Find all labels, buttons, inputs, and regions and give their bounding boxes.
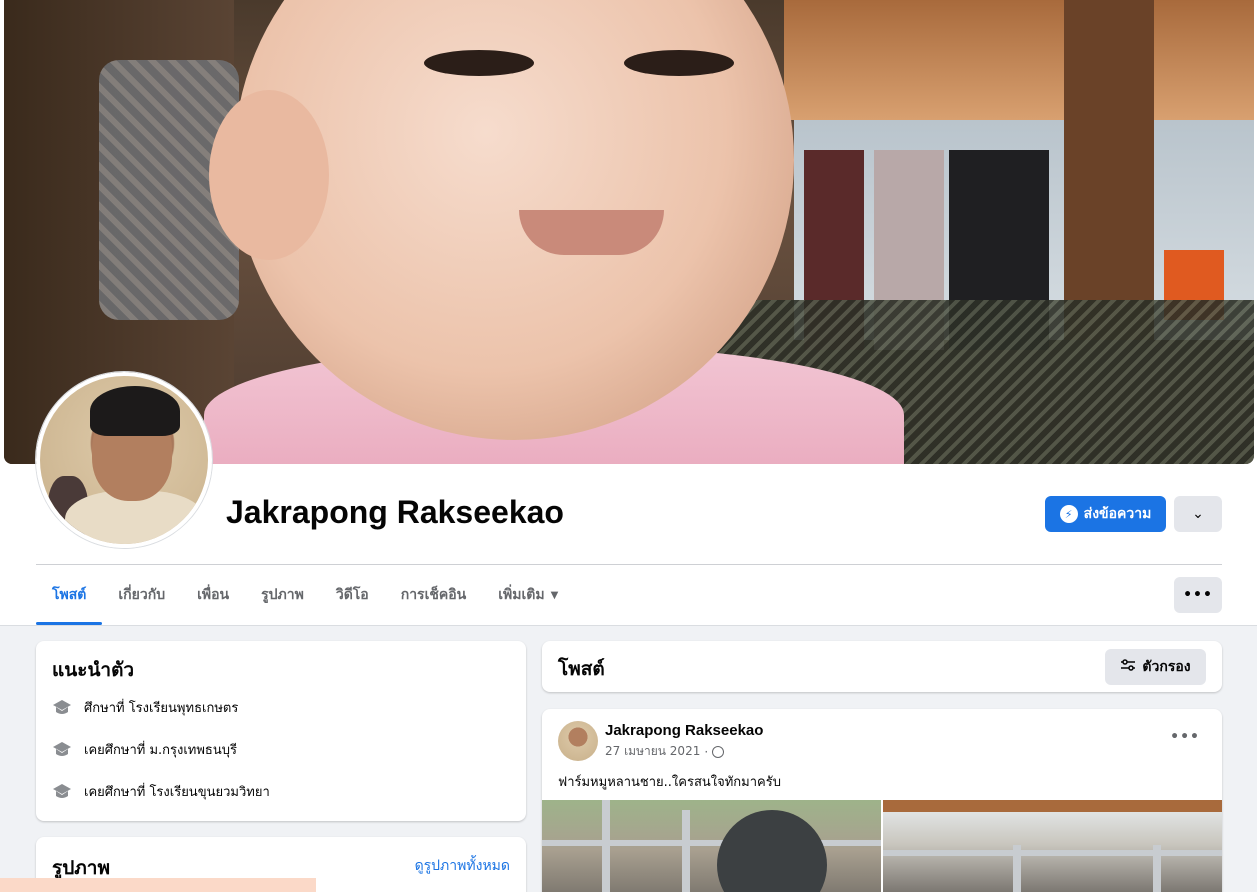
send-message-button[interactable]: ⚡ ส่งข้อความ <box>1045 496 1166 532</box>
tab-friends[interactable]: เพื่อน <box>181 566 245 624</box>
profile-options-dropdown[interactable]: ⌄ <box>1174 496 1222 532</box>
globe-icon <box>712 745 725 758</box>
tab-photos[interactable]: รูปภาพ <box>245 566 320 624</box>
intro-title: แนะนำตัว <box>52 659 135 681</box>
tab-videos[interactable]: วิดีโอ <box>320 566 385 624</box>
see-all-photos-link[interactable]: ดูรูปภาพทั้งหมด <box>415 855 510 877</box>
tab-about[interactable]: เกี่ยวกับ <box>102 566 181 624</box>
posts-header-card: โพสต์ ตัวกรอง <box>542 641 1222 692</box>
post-meta: 27 เมษายน 2021 · <box>605 742 725 761</box>
intro-item: ศึกษาที่ โรงเรียนพุทธเกษตร <box>52 697 238 718</box>
post-author-avatar[interactable] <box>558 721 598 761</box>
profile-name: Jakrapong Rakseekao <box>226 494 564 530</box>
intro-card: แนะนำตัว ศึกษาที่ โรงเรียนพุทธเกษตร เคยศ… <box>36 641 526 821</box>
caret-down-icon: ▼ <box>550 589 559 601</box>
post-date[interactable]: 27 เมษายน 2021 <box>605 742 700 761</box>
post-options-icon[interactable]: ••• <box>1170 729 1200 745</box>
messenger-icon: ⚡ <box>1059 505 1078 523</box>
send-message-label: ส่งข้อความ <box>1083 506 1152 522</box>
cover-photo[interactable] <box>4 0 1254 464</box>
tab-more[interactable]: เพิ่มเติม ▼ <box>482 566 574 624</box>
filter-button[interactable]: ตัวกรอง <box>1105 649 1206 685</box>
profile-avatar[interactable] <box>36 372 212 548</box>
toast-strip <box>0 878 316 892</box>
post-photo[interactable] <box>883 800 1222 892</box>
graduation-cap-icon <box>52 740 72 760</box>
graduation-cap-icon <box>52 698 72 718</box>
more-dots-icon: ••• <box>1183 587 1213 603</box>
post-photo[interactable] <box>542 800 881 892</box>
post-card: Jakrapong Rakseekao 27 เมษายน 2021 · •••… <box>542 709 1222 892</box>
post-text: ฟาร์มหมูหลานชาย..ใครสนใจทักมาครับ <box>558 775 781 790</box>
graduation-cap-icon <box>52 782 72 802</box>
header-divider <box>36 564 1222 565</box>
tab-posts[interactable]: โพสต์ <box>36 566 103 625</box>
intro-item: เคยศึกษาที่ โรงเรียนขุนยวมวิทยา <box>52 781 270 802</box>
tab-checkins[interactable]: การเช็คอิน <box>385 566 483 624</box>
filter-sliders-icon <box>1120 658 1136 676</box>
more-options-button[interactable]: ••• <box>1174 577 1222 613</box>
chevron-down-icon: ⌄ <box>1192 506 1204 522</box>
profile-tabs: โพสต์ เกี่ยวกับ เพื่อน รูปภาพ วิดีโอ การ… <box>36 566 574 625</box>
meta-separator: · <box>704 744 709 759</box>
posts-title: โพสต์ <box>558 658 605 680</box>
intro-item: เคยศึกษาที่ ม.กรุงเทพธนบุรี <box>52 739 237 760</box>
post-author-name[interactable]: Jakrapong Rakseekao <box>605 722 763 739</box>
filter-label: ตัวกรอง <box>1142 659 1191 675</box>
